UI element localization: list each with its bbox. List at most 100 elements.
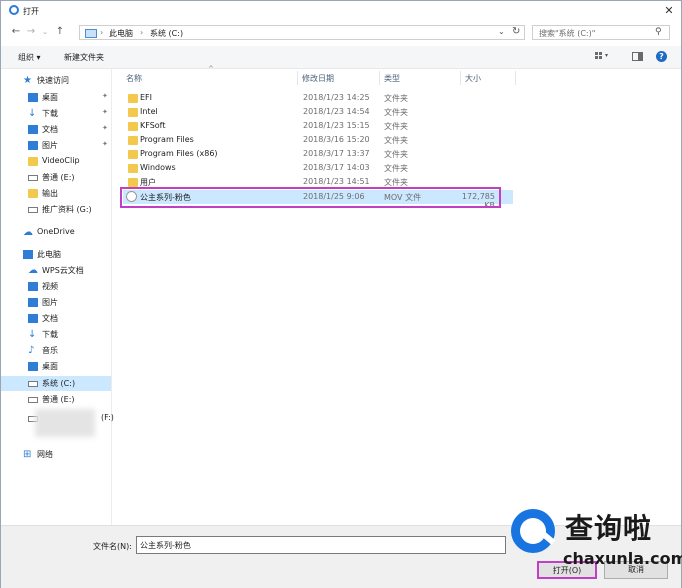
column-divider bbox=[379, 71, 380, 85]
view-options-icon[interactable]: ▾ bbox=[595, 51, 608, 61]
sidebar-item[interactable]: 此电脑 bbox=[1, 247, 111, 262]
sidebar-item[interactable]: ★ 快速访问 bbox=[1, 73, 111, 88]
sidebar-item-label: 快速访问 bbox=[37, 76, 69, 85]
new-folder-button[interactable]: 新建文件夹 bbox=[64, 52, 104, 63]
sidebar-item[interactable]: ↓ 下载 ✦ bbox=[1, 106, 111, 121]
sidebar-item[interactable]: ↓ 下载 bbox=[1, 327, 111, 342]
file-name: Program Files bbox=[140, 135, 194, 144]
sidebar-item[interactable]: 视频 bbox=[1, 279, 111, 294]
close-button[interactable]: ✕ bbox=[657, 1, 681, 21]
watermark-logo-icon bbox=[511, 509, 556, 553]
search-placeholder: 搜索"系统 (C:)" bbox=[539, 29, 596, 38]
sidebar-item[interactable]: 文档 ✦ bbox=[1, 122, 111, 137]
file-date: 2018/3/16 15:20 bbox=[303, 135, 370, 144]
sidebar-item[interactable]: 普通 (E:) bbox=[1, 170, 111, 185]
preview-pane-icon[interactable] bbox=[632, 52, 643, 61]
app-icon bbox=[9, 5, 19, 15]
sidebar-item[interactable]: 普通 (E:) bbox=[1, 392, 111, 407]
sidebar-item[interactable]: 图片 bbox=[1, 295, 111, 310]
watermark: 查询啦 chaxunla.com bbox=[499, 499, 682, 581]
filename-label: 文件名(N): bbox=[93, 542, 132, 551]
up-arrow-icon[interactable]: ↑ bbox=[53, 24, 67, 40]
sidebar-item[interactable]: 系统 (C:) bbox=[1, 376, 111, 391]
sidebar-item[interactable]: VideoClip bbox=[1, 154, 111, 169]
toolbar: 组织 ▾ 新建文件夹 ▾ ? bbox=[1, 46, 681, 69]
address-bar[interactable]: › 此电脑 › 系统 (C:) ⌄ ↻ bbox=[79, 25, 525, 40]
drive-icon bbox=[28, 175, 38, 181]
watermark-text: 查询啦 bbox=[565, 512, 653, 545]
drive-icon bbox=[28, 397, 38, 403]
column-header-size[interactable]: 大小 bbox=[465, 73, 481, 91]
filename-field[interactable]: 公主系列-粉色 bbox=[136, 536, 506, 554]
star-icon: ★ bbox=[23, 75, 32, 86]
folder-icon bbox=[128, 94, 138, 103]
table-row[interactable]: Intel 2018/1/23 14:54 文件夹 bbox=[123, 105, 513, 119]
help-icon[interactable]: ? bbox=[656, 51, 667, 62]
sidebar-item[interactable]: ☁ WPS云文档 bbox=[1, 263, 111, 278]
column-header-name[interactable]: 名称 bbox=[126, 73, 142, 91]
sidebar-item-label: WPS云文档 bbox=[42, 266, 84, 275]
column-header-date[interactable]: 修改日期 bbox=[302, 73, 334, 91]
file-date: 2018/1/23 14:54 bbox=[303, 107, 370, 116]
sidebar-item[interactable]: 桌面 ✦ bbox=[1, 90, 111, 105]
sidebar-item-label: 图片 bbox=[42, 141, 58, 150]
back-arrow-icon[interactable]: ← bbox=[9, 24, 23, 40]
folder-icon bbox=[128, 108, 138, 117]
pin-icon: ✦ bbox=[102, 108, 108, 116]
sidebar-item-label: 普通 (E:) bbox=[42, 395, 75, 404]
file-type: 文件夹 bbox=[384, 164, 408, 173]
open-file-dialog: 打开 ✕ ← → ⌄ ↑ › 此电脑 › 系统 (C:) ⌄ ↻ 搜索"系统 (… bbox=[0, 0, 682, 588]
sidebar-item-label: 图片 bbox=[42, 298, 58, 307]
document-icon bbox=[28, 314, 38, 323]
file-date: 2018/3/17 13:37 bbox=[303, 149, 370, 158]
music-icon: ♪ bbox=[28, 345, 35, 356]
search-icon[interactable]: ⚲ bbox=[655, 27, 662, 37]
sidebar-item-label: 系统 (C:) bbox=[42, 379, 76, 388]
sidebar-item-label: (F:) bbox=[101, 413, 114, 422]
sidebar-item-label: 此电脑 bbox=[37, 250, 61, 259]
blurred-region bbox=[35, 409, 95, 437]
recent-dropdown-icon[interactable]: ⌄ bbox=[38, 24, 52, 40]
folder-icon bbox=[128, 178, 138, 187]
sidebar-item[interactable]: 推广资料 (G:) bbox=[1, 202, 111, 217]
sidebar-item-label: 普通 (E:) bbox=[42, 173, 75, 182]
address-dropdown-icon[interactable]: ⌄ bbox=[498, 27, 505, 36]
picture-icon bbox=[28, 141, 38, 150]
sidebar-item-label: 桌面 bbox=[42, 93, 58, 102]
organize-menu[interactable]: 组织 ▾ bbox=[18, 52, 41, 63]
sidebar-item-label: 视频 bbox=[42, 282, 58, 291]
download-icon: ↓ bbox=[28, 329, 37, 340]
column-header-type[interactable]: 类型 bbox=[384, 73, 400, 91]
sidebar-item[interactable]: ♪ 音乐 bbox=[1, 343, 111, 358]
search-box[interactable]: 搜索"系统 (C:)" ⚲ bbox=[532, 25, 670, 40]
sidebar-item[interactable]: ☁ OneDrive bbox=[1, 225, 111, 240]
title-bar: 打开 ✕ bbox=[1, 1, 681, 21]
file-type: 文件夹 bbox=[384, 136, 408, 145]
pin-icon: ✦ bbox=[102, 124, 108, 132]
table-row[interactable]: Program Files (x86) 2018/3/17 13:37 文件夹 bbox=[123, 147, 513, 161]
sidebar-item[interactable]: 桌面 bbox=[1, 359, 111, 374]
sidebar-item-label: 下载 bbox=[42, 330, 58, 339]
folder-icon bbox=[128, 150, 138, 159]
cloud-icon: ☁ bbox=[23, 227, 33, 238]
sidebar-item-label: 文档 bbox=[42, 125, 58, 134]
file-date: 2018/1/23 14:25 bbox=[303, 93, 370, 102]
table-row[interactable]: Windows 2018/3/17 14:03 文件夹 bbox=[123, 161, 513, 175]
sidebar-item-label: 输出 bbox=[42, 189, 58, 198]
video-icon bbox=[28, 282, 38, 291]
sidebar-item[interactable]: 图片 ✦ bbox=[1, 138, 111, 153]
folder-icon bbox=[28, 189, 38, 198]
sidebar-item[interactable]: 输出 bbox=[1, 186, 111, 201]
table-row[interactable]: EFI 2018/1/23 14:25 文件夹 bbox=[123, 91, 513, 105]
forward-arrow-icon[interactable]: → bbox=[24, 24, 38, 40]
breadcrumb-drive-c[interactable]: 系统 (C:) bbox=[150, 28, 183, 39]
refresh-icon[interactable]: ↻ bbox=[512, 26, 520, 37]
pin-icon: ✦ bbox=[102, 140, 108, 148]
sidebar-item[interactable]: 文档 bbox=[1, 311, 111, 326]
table-row[interactable]: Program Files 2018/3/16 15:20 文件夹 bbox=[123, 133, 513, 147]
breadcrumb-this-pc[interactable]: 此电脑 bbox=[109, 28, 133, 39]
sidebar-item[interactable]: ⊞ 网络 bbox=[1, 447, 111, 462]
table-row[interactable]: KFSoft 2018/1/23 15:15 文件夹 bbox=[123, 119, 513, 133]
file-name: KFSoft bbox=[140, 121, 166, 130]
file-date: 2018/3/17 14:03 bbox=[303, 163, 370, 172]
